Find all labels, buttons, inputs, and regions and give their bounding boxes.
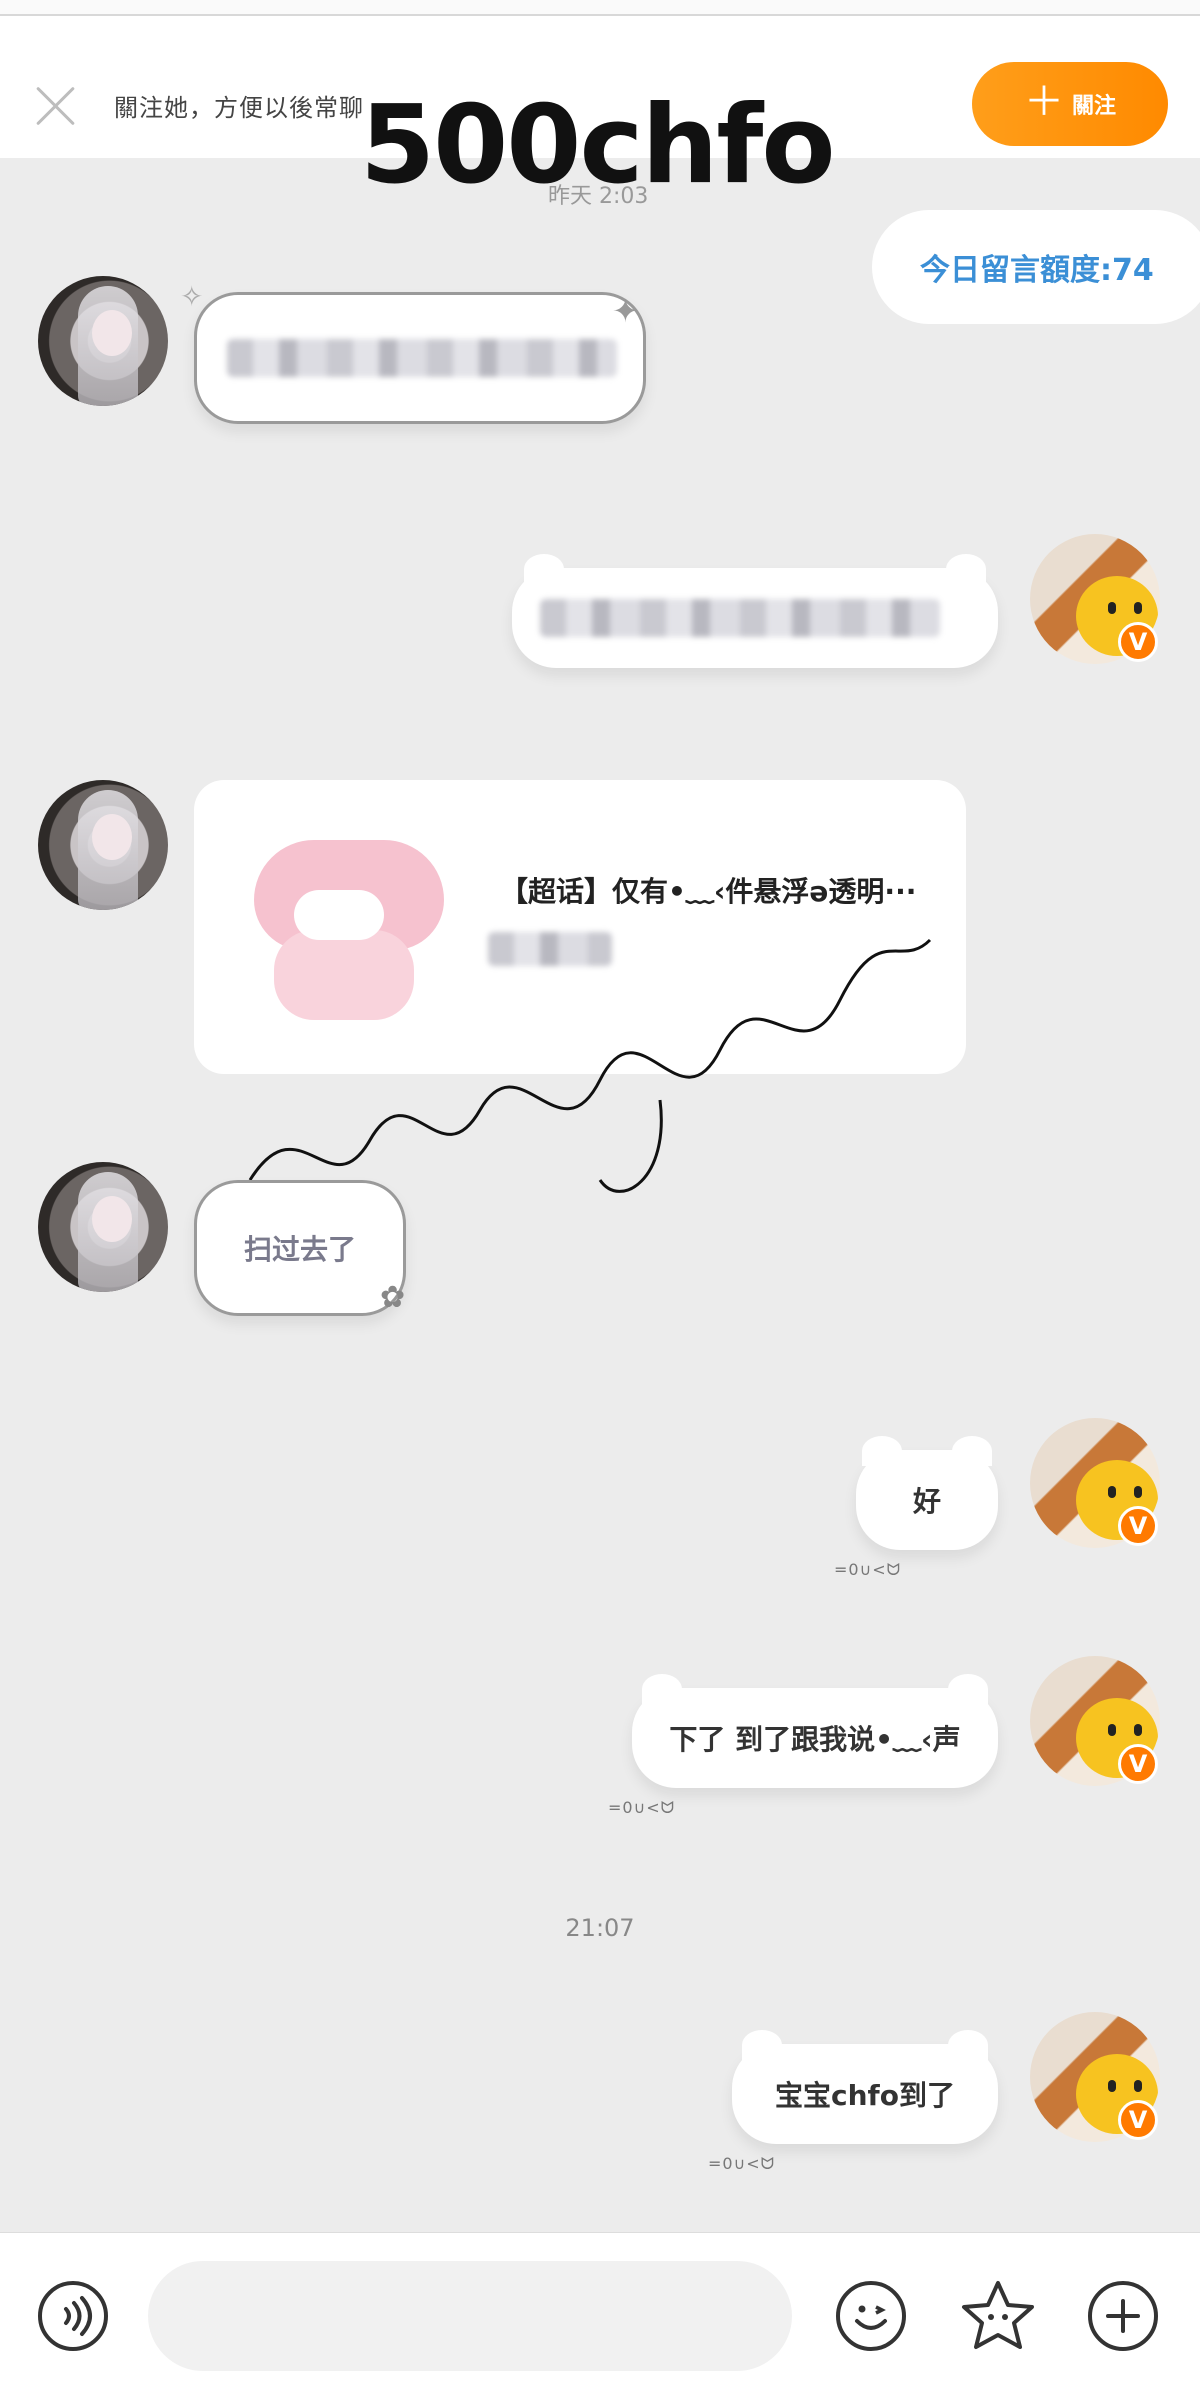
message-bubble[interactable]: 扫过去了 <box>194 1180 406 1316</box>
message-text: 下了 到了跟我说•﹏‹声 <box>669 1723 961 1756</box>
time-divider: 21:07 <box>565 1914 635 1942</box>
follow-label: 關注 <box>1071 94 1116 119</box>
message-bubble[interactable]: 宝宝chfo到了 <box>732 2030 998 2144</box>
contact-avatar[interactable] <box>38 780 168 910</box>
redacted-text <box>227 339 617 377</box>
bubble-ear <box>642 1674 682 1704</box>
contact-avatar[interactable] <box>38 1162 168 1292</box>
close-icon[interactable] <box>34 84 78 128</box>
timestamp: 昨天 2:03 <box>548 184 649 209</box>
bubble-ear <box>948 1674 988 1704</box>
flower-icon: ✿ <box>380 1280 406 1315</box>
bubble-tag: =0∪<ᗢ <box>608 1798 675 1817</box>
message-input[interactable] <box>148 2261 792 2371</box>
bubble-ear <box>524 554 564 584</box>
sticker-icon[interactable] <box>958 2277 1038 2357</box>
bubble-tag: =0∪<ᗢ <box>834 1560 901 1579</box>
message-text: 好 <box>912 1485 941 1518</box>
bubble-tag: =0∪<ᗢ <box>708 2154 775 2173</box>
bubble-ear <box>948 2030 988 2060</box>
bubble-ear <box>946 554 986 584</box>
bubble-ear <box>742 2030 782 2060</box>
message-quota: 今日留言額度:74 <box>872 210 1200 324</box>
add-icon[interactable] <box>1088 2281 1158 2351</box>
bubble-ear <box>952 1436 992 1466</box>
wing-icon: ✧ <box>180 280 204 313</box>
follow-button[interactable]: ＋ 關注 <box>972 62 1168 146</box>
message-bubble[interactable]: 下了 到了跟我说•﹏‹声 <box>632 1674 998 1788</box>
redacted-text <box>540 599 940 637</box>
verified-badge: V <box>1118 622 1158 662</box>
status-strip <box>0 0 1200 16</box>
voice-icon[interactable] <box>38 2281 108 2351</box>
message-text: 宝宝chfo到了 <box>775 2079 955 2112</box>
message-bubble-blurred[interactable] <box>512 554 998 668</box>
plus-icon: ＋ <box>1023 79 1064 125</box>
verified-badge: V <box>1118 1744 1158 1784</box>
message-bubble-blurred[interactable] <box>194 292 646 424</box>
contact-avatar[interactable] <box>38 276 168 406</box>
follow-prompt: 關注她，方便以後常聊 <box>114 94 364 122</box>
emoji-icon[interactable] <box>836 2281 906 2351</box>
message-bubble[interactable]: 好 <box>856 1436 998 1550</box>
composer-bar <box>0 2232 1200 2397</box>
verified-badge: V <box>1118 2100 1158 2140</box>
verified-badge: V <box>1118 1506 1158 1546</box>
bubble-ear <box>862 1436 902 1466</box>
sparkle-icon: ✦ <box>612 292 639 330</box>
message-text: 扫过去了 <box>243 1233 356 1266</box>
